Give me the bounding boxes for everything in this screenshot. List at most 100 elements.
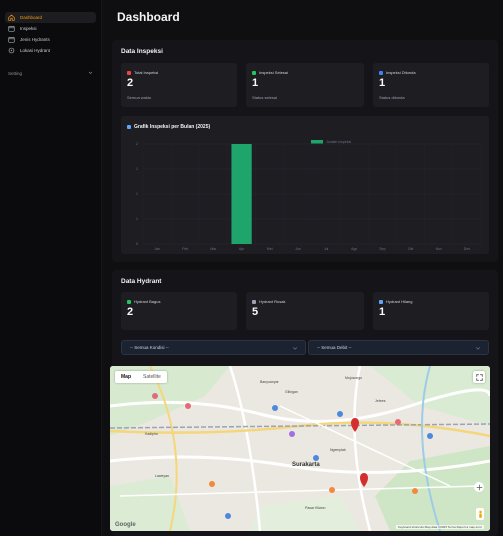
map-pan-control[interactable]	[474, 482, 484, 492]
sidebar-item-jenis-hydrants[interactable]: Jenis Hydrants	[5, 34, 96, 45]
stat-label: Hydrant Bagus	[134, 299, 161, 304]
legend-swatch	[311, 140, 323, 144]
stat-card-hydrant-rusak: Hydrant Rusak 5	[246, 292, 364, 330]
stat-value: 2	[127, 77, 134, 89]
fullscreen-icon	[475, 373, 483, 381]
chart-bar[interactable]	[231, 144, 252, 244]
legend-label: Jumlah Inspeksi	[326, 140, 351, 144]
sidebar-item-label: Lokasi Hydrant	[20, 48, 51, 53]
map-area-label: Gilingan	[285, 390, 298, 394]
map-canvas[interactable]	[110, 366, 490, 531]
sidebar-item-label: Jenis Hydrants	[20, 37, 50, 42]
map-area-label: Jebres	[375, 399, 386, 403]
stat-sub: Semua waktu	[127, 95, 152, 100]
home-icon	[8, 14, 15, 21]
hydrant-marker-1[interactable]	[350, 418, 360, 432]
stat-value: 5	[252, 306, 259, 318]
stat-card-inspeksi-ditunda: Inspeksi Ditunda 1 Status ditunda	[373, 63, 489, 107]
sidebar-item-label: Inspeksi	[20, 26, 37, 31]
map-area-label: Mojosongo	[345, 376, 363, 380]
map-attribution[interactable]: Keyboard shortcuts Map data ©2025 Terms …	[395, 525, 484, 529]
map-tab-satellite[interactable]: Satellite	[137, 374, 167, 380]
stat-card-hydrant-hilang: Hydrant Hilang 1	[373, 292, 489, 330]
check-icon	[127, 299, 131, 304]
hydrant-map[interactable]: Map Satellite Surakarta Kadipiro Banyuan…	[110, 366, 490, 531]
sidebar-item-dashboard[interactable]: Dashboard	[5, 12, 96, 23]
stat-label: Total Inspeksi	[134, 70, 159, 75]
stat-sub: Status selesai	[252, 95, 277, 100]
google-logo: Google	[115, 522, 136, 528]
calendar-icon	[8, 36, 15, 43]
sidebar-item-inspeksi[interactable]: Inspeksi	[5, 23, 96, 34]
fire-icon	[127, 70, 131, 75]
hydrant-marker-2[interactable]	[359, 473, 369, 487]
stat-value: 2	[127, 306, 134, 318]
main-content: Dashboard Data Inspeksi Total Inspeksi 2…	[102, 0, 503, 536]
inspeksi-section: Data Inspeksi Total Inspeksi 2 Semua wak…	[112, 40, 498, 262]
search-icon	[379, 299, 383, 304]
stat-card-total-inspeksi: Total Inspeksi 2 Semua waktu	[121, 63, 237, 107]
sidebar-item-lokasi-hydrant[interactable]: Lokasi Hydrant	[5, 45, 96, 56]
stat-label: Inspeksi Ditunda	[386, 70, 416, 75]
stat-value: 1	[379, 77, 386, 89]
bar-chart: 2 1 1 1 0 Jan Feb Mar Apr Mei Jun Jul Agu Sep Okt Nov De…	[136, 140, 482, 251]
x-tick-label: Okt	[408, 247, 413, 251]
x-tick-label: Mar	[210, 247, 217, 251]
calendar-icon	[8, 25, 15, 32]
x-tick-label: Apr	[239, 247, 245, 251]
x-tick-label: Sep	[379, 247, 385, 251]
map-area-label: Kadipiro	[145, 432, 158, 436]
inspeksi-section-title: Data Inspeksi	[121, 48, 163, 55]
kondisi-select-value: -- Semua Kondisi --	[130, 345, 169, 350]
sidebar: Dashboard Inspeksi Jenis Hydrants Lokasi…	[0, 0, 102, 536]
pegman-icon	[478, 510, 482, 518]
pin-icon	[8, 47, 15, 54]
check-icon	[252, 70, 256, 75]
stat-value: 1	[252, 77, 259, 89]
map-tab-map[interactable]: Map	[115, 374, 137, 380]
chevron-down-icon	[475, 347, 481, 350]
stat-value: 1	[379, 306, 386, 318]
kondisi-select[interactable]: -- Semua Kondisi --	[121, 340, 306, 355]
x-tick-label: Des	[464, 247, 470, 251]
debit-select-value: -- Semua Debit --	[317, 345, 352, 350]
hydrant-section-title: Data Hydrant	[121, 278, 162, 285]
map-type-toggle: Map Satellite	[115, 371, 167, 383]
stat-card-inspeksi-selesai: Inspeksi Selesai 1 Status selesai	[246, 63, 364, 107]
stat-sub: Status ditunda	[379, 95, 405, 100]
x-tick-label: Jun	[295, 247, 301, 251]
map-area-label: Laweyan	[155, 474, 170, 478]
pegman-button[interactable]	[476, 508, 484, 520]
debit-select[interactable]: -- Semua Debit --	[308, 340, 489, 355]
x-tick-label: Jan	[154, 247, 160, 251]
fullscreen-button[interactable]	[473, 371, 485, 383]
pause-icon	[379, 70, 383, 75]
y-tick-label: 1	[136, 167, 138, 171]
chart-card: Grafik Inspeksi per Bulan (2025) 2 1 1 1 0 Ja…	[121, 116, 489, 254]
stat-card-hydrant-bagus: Hydrant Bagus 2	[121, 292, 237, 330]
page-title: Dashboard	[117, 10, 180, 24]
x-tick-label: Mei	[267, 247, 273, 251]
sidebar-setting[interactable]: Setting	[8, 68, 93, 78]
map-area-label: Banyuanyar	[260, 380, 279, 384]
sidebar-item-label: Dashboard	[20, 15, 43, 20]
y-tick-label: 0	[136, 242, 138, 246]
map-city-label: Surakarta	[292, 462, 320, 468]
x-tick-label: Agu	[351, 247, 357, 251]
stat-label: Hydrant Hilang	[386, 299, 413, 304]
map-area-label: Pasar Kliwon	[305, 506, 326, 510]
setting-label: Setting	[8, 70, 23, 76]
wrench-icon	[252, 299, 256, 304]
chevron-down-icon	[88, 70, 93, 76]
stat-label: Inspeksi Selesai	[259, 70, 288, 75]
stat-label: Hydrant Rusak	[259, 299, 286, 304]
x-tick-label: Nov	[436, 247, 442, 251]
map-area-label: Ngemplak	[330, 448, 346, 452]
move-icon	[476, 484, 482, 490]
x-tick-label: Feb	[182, 247, 188, 251]
chevron-down-icon	[292, 347, 298, 350]
y-tick-label: 1	[136, 217, 138, 221]
y-tick-label: 1	[136, 192, 138, 196]
x-tick-label: Jul	[324, 247, 329, 251]
y-tick-label: 2	[136, 142, 138, 146]
